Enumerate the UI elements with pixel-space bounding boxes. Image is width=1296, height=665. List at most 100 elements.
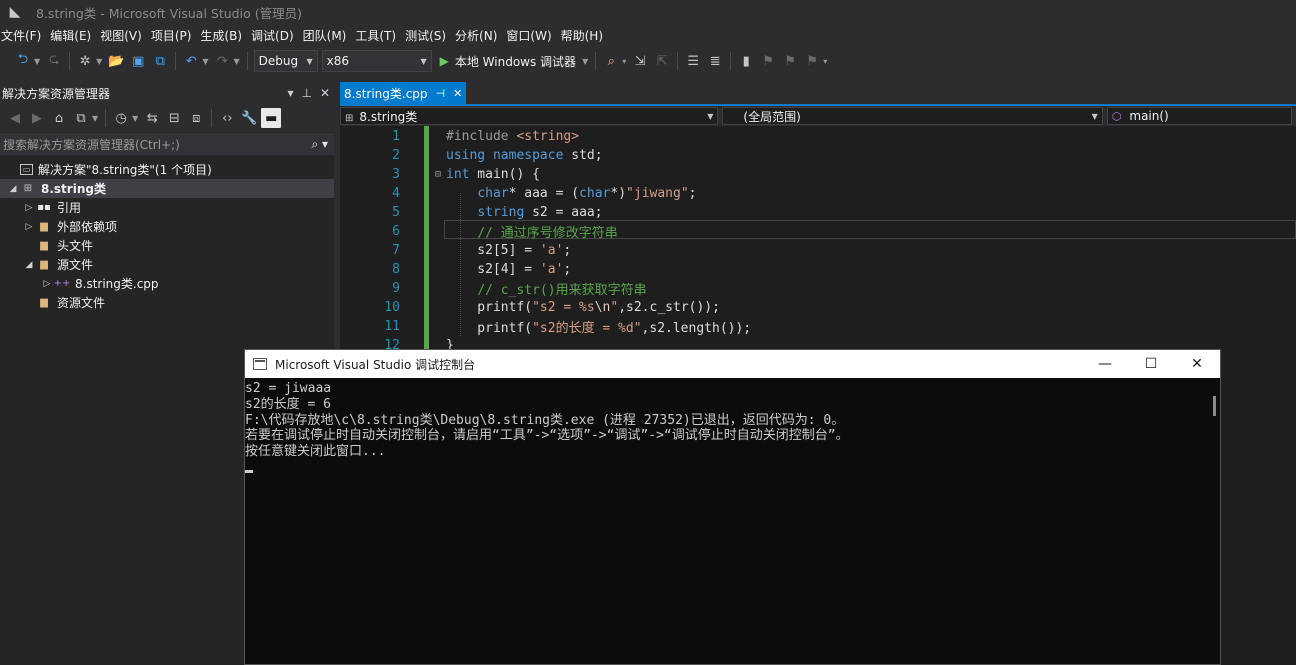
chevron-down-icon[interactable]: ▾ <box>622 57 626 66</box>
close-icon[interactable]: ✕ <box>320 86 330 100</box>
collapsed-arrow-icon[interactable]: ▷ <box>22 203 36 213</box>
toolbar-separator <box>175 52 177 70</box>
forward-icon[interactable]: ▶ <box>27 108 47 128</box>
project-nav-value: 8.string类 <box>359 109 418 124</box>
tree-item-resource-files[interactable]: ▆ 资源文件 <box>0 293 334 312</box>
find-in-files-icon[interactable]: ⌕ <box>601 51 621 71</box>
scope-nav-dropdown[interactable]: (全局范围) ▼ <box>722 107 1103 125</box>
menu-test[interactable]: 测试(S) <box>403 27 453 44</box>
next-bookmark-icon[interactable]: ⚑ <box>780 51 800 71</box>
menu-file[interactable]: 文件(F) <box>0 27 48 44</box>
redo-icon[interactable]: ↷ <box>212 51 232 71</box>
pin-icon[interactable]: ⊣ <box>436 87 446 100</box>
chevron-down-icon[interactable]: ▼ <box>202 57 208 66</box>
menu-build[interactable]: 生成(B) <box>198 27 249 44</box>
chevron-down-icon[interactable]: ▾ <box>823 57 827 66</box>
debug-console-window[interactable]: Microsoft Visual Studio 调试控制台 — ☐ ✕ s2 =… <box>244 349 1221 665</box>
scrollbar-thumb[interactable] <box>1213 396 1216 416</box>
save-icon[interactable]: ▣ <box>128 51 148 71</box>
tree-item-label: 源文件 <box>57 258 94 272</box>
prev-bookmark-icon[interactable]: ⚑ <box>758 51 778 71</box>
solution-explorer-search[interactable]: 搜索解决方案资源管理器(Ctrl+;) ⌕ ▾ <box>0 133 334 155</box>
platform-dropdown[interactable]: x86 ▼ <box>321 50 432 72</box>
solution-config-value: Debug <box>258 54 299 68</box>
solution-config-dropdown[interactable]: Debug ▼ <box>253 50 318 72</box>
menu-view[interactable]: 视图(V) <box>98 27 149 44</box>
switch-views-icon[interactable]: ⧉ <box>71 108 91 128</box>
step-over-icon[interactable]: ⇱ <box>652 51 672 71</box>
code-line: 6 // 通过序号修改字符串 <box>340 222 1296 241</box>
collapse-icon[interactable]: ⊟ <box>435 169 441 180</box>
save-all-icon[interactable]: ⧉ <box>150 51 170 71</box>
menu-window[interactable]: 窗口(W) <box>504 27 558 44</box>
project-nav-dropdown[interactable]: ⊞ 8.string类 ▼ <box>340 107 719 125</box>
minimize-button[interactable]: — <box>1082 350 1128 378</box>
collapsed-arrow-icon[interactable]: ▷ <box>40 279 54 289</box>
menu-debug[interactable]: 调试(D) <box>249 27 301 44</box>
clear-bookmarks-icon[interactable]: ⚑ <box>802 51 822 71</box>
expanded-arrow-icon[interactable]: ◢ <box>22 260 36 270</box>
chevron-down-icon[interactable]: ▼ <box>582 57 588 66</box>
chevron-down-icon[interactable]: ▼ <box>96 57 102 66</box>
sync-icon[interactable]: ⇆ <box>142 108 162 128</box>
navigate-back-icon[interactable]: ⮌ <box>13 51 33 71</box>
cpp-project-icon: ⊞ <box>23 183 33 194</box>
line-number: 11 <box>384 319 400 334</box>
uncomment-lines-icon[interactable]: ≣ <box>705 51 725 71</box>
new-project-icon[interactable]: ✲ <box>75 51 95 71</box>
chevron-down-icon[interactable]: ▼ <box>132 114 138 123</box>
step-icon[interactable]: ⇲ <box>630 51 650 71</box>
tree-item-header-files[interactable]: ▆ 头文件 <box>0 236 334 255</box>
tree-item-external-deps[interactable]: ▷ ▆ 外部依赖项 <box>0 217 334 236</box>
tree-item-label: 引用 <box>57 201 82 215</box>
close-icon[interactable]: ✕ <box>453 87 462 100</box>
menu-edit[interactable]: 编辑(E) <box>48 27 98 44</box>
console-output[interactable]: s2 = jiwaaa s2的长度 = 6 F:\代码存放地\c\8.strin… <box>245 380 1212 664</box>
code-line: 8 s2[4] = 'a'; <box>340 260 1296 279</box>
search-placeholder: 搜索解决方案资源管理器(Ctrl+;) <box>3 137 180 152</box>
scope-nav-value: (全局范围) <box>743 109 801 124</box>
comment-lines-icon[interactable]: ☰ <box>683 51 703 71</box>
tree-item-cpp-file[interactable]: ▷ ++ 8.string类.cpp <box>0 274 334 293</box>
collapsed-arrow-icon[interactable]: ▷ <box>22 222 36 232</box>
bookmark-icon[interactable]: ▮ <box>736 51 756 71</box>
collapse-all-icon[interactable]: ⊟ <box>164 108 184 128</box>
menu-help[interactable]: 帮助(H) <box>559 27 610 44</box>
tree-item-project[interactable]: ◢ ⊞ 8.string类 <box>0 179 334 198</box>
open-file-icon[interactable]: 📂 <box>106 51 126 71</box>
properties-wrench-icon[interactable]: 🔧 <box>239 108 259 128</box>
chevron-down-icon[interactable]: ▼ <box>92 114 98 123</box>
member-nav-dropdown[interactable]: ⬡ main() <box>1106 107 1292 125</box>
view-code-icon[interactable]: ‹› <box>217 108 237 128</box>
console-title-bar[interactable]: Microsoft Visual Studio 调试控制台 — ☐ ✕ <box>245 350 1220 378</box>
console-app-icon <box>253 358 267 370</box>
home-icon[interactable]: ⌂ <box>49 108 69 128</box>
pending-changes-icon[interactable]: ◷ <box>111 108 131 128</box>
maximize-button[interactable]: ☐ <box>1128 350 1174 378</box>
tab-cpp-file[interactable]: 8.string类.cpp ⊣ ✕ <box>340 82 467 104</box>
tree-item-source-files[interactable]: ◢ ▆ 源文件 <box>0 255 334 274</box>
search-icon[interactable]: ⌕ ▾ <box>311 137 328 152</box>
menu-project[interactable]: 项目(P) <box>149 27 199 44</box>
menu-analyze[interactable]: 分析(N) <box>453 27 504 44</box>
navigate-forward-icon[interactable]: ⮎ <box>44 51 64 71</box>
undo-icon[interactable]: ↶ <box>181 51 201 71</box>
start-debugging-button[interactable]: ▶ 本地 Windows 调试器 ▼ <box>440 53 592 70</box>
back-icon[interactable]: ◀ <box>5 108 25 128</box>
toolbar-separator <box>595 52 597 70</box>
preview-selected-icon[interactable]: ▬ <box>261 108 282 128</box>
chevron-down-icon[interactable]: ▼ <box>233 57 239 66</box>
chevron-down-icon[interactable]: ▾ <box>287 86 293 100</box>
pin-icon[interactable]: ⊥ <box>301 86 311 100</box>
navigation-bar: ⊞ 8.string类 ▼ (全局范围) ▼ ⬡ main() <box>340 106 1296 126</box>
menu-team[interactable]: 团队(M) <box>301 27 354 44</box>
menu-tools[interactable]: 工具(T) <box>353 27 403 44</box>
close-button[interactable]: ✕ <box>1174 350 1220 378</box>
console-scrollbar[interactable] <box>1210 380 1220 664</box>
toolbar-separator <box>211 109 213 127</box>
tree-item-solution[interactable]: ▭ 解决方案"8.string类"(1 个项目) <box>0 160 334 179</box>
chevron-down-icon[interactable]: ▼ <box>34 57 40 66</box>
expanded-arrow-icon[interactable]: ◢ <box>6 184 20 194</box>
show-all-files-icon[interactable]: ⧈ <box>186 108 206 128</box>
tree-item-references[interactable]: ▷ ▪▪ 引用 <box>0 198 334 217</box>
